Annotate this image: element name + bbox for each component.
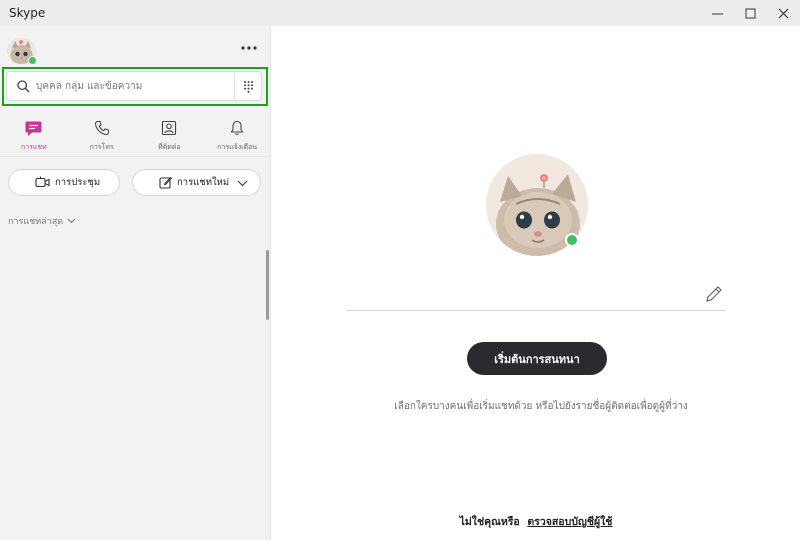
compose-icon [159, 176, 172, 189]
tab-label: การแจ้งเตือน [217, 143, 258, 151]
tab-label: การแชท [20, 143, 47, 151]
new-chat-button[interactable]: การแชทใหม่ [132, 169, 261, 196]
mood-message-underline [346, 310, 726, 311]
recent-chats-header[interactable]: การแชทล่าสุด [8, 214, 76, 228]
search-box [6, 71, 262, 101]
hint-text: เลือกใครบางคนเพื่อเริ่มแชทด้วย หรือไปยัง… [394, 401, 688, 412]
tab-chats[interactable]: การแชท [0, 115, 68, 156]
chevron-down-icon[interactable] [237, 179, 248, 190]
title-bar: Skype [0, 0, 800, 26]
new-chat-label: การแชทใหม่ [177, 177, 230, 188]
search-icon [13, 76, 33, 96]
phone-icon [94, 118, 110, 138]
minimize-button[interactable] [701, 0, 734, 26]
close-icon [778, 8, 789, 18]
chevron-down-icon [67, 218, 76, 224]
tab-notifications[interactable]: การแจ้งเตือน [203, 115, 271, 156]
contacts-icon [161, 118, 177, 138]
window-title: Skype [9, 6, 46, 20]
more-icon [241, 46, 257, 50]
not-you-row: ไม่ใช่คุณหรือ ตรวจสอบบัญชีผู้ใช้ [371, 513, 701, 530]
edit-mood-button[interactable] [704, 284, 724, 304]
recent-chats-label: การแชทล่าสุด [8, 217, 64, 227]
dialpad-button[interactable] [234, 73, 261, 99]
check-account-link[interactable]: ตรวจสอบบัญชีผู้ใช้ [527, 516, 612, 528]
maximize-icon [745, 8, 756, 18]
presence-indicator [565, 233, 579, 247]
tab-contacts[interactable]: ที่ติดต่อ [136, 115, 204, 156]
tab-calls[interactable]: การโทร [68, 115, 136, 156]
tab-label: การโทร [89, 143, 114, 151]
meet-now-button[interactable]: การประชุม [8, 169, 120, 196]
meet-now-label: การประชุม [55, 177, 101, 188]
bell-icon [229, 118, 245, 138]
presence-indicator [28, 56, 37, 65]
tab-label: ที่ติดต่อ [158, 143, 181, 151]
minimize-icon [712, 13, 723, 14]
maximize-button[interactable] [734, 0, 767, 26]
not-you-text: ไม่ใช่คุณหรือ [459, 516, 520, 528]
nav-tabs: การแชท การโทร ที่ติดต่อ การแจ้งเตือน [0, 115, 271, 157]
main-panel: เริ่มต้นการสนทนา เลือกใครบางคนเพื่อเริ่ม… [271, 26, 800, 540]
start-conversation-button[interactable]: เริ่มต้นการสนทนา [467, 342, 607, 375]
pencil-icon [706, 286, 722, 302]
sidebar-scrollbar[interactable] [266, 250, 269, 320]
dialpad-icon [243, 80, 253, 93]
search-input[interactable] [33, 74, 234, 98]
chat-icon [25, 118, 42, 138]
more-options-button[interactable] [237, 40, 261, 56]
sidebar: การแชท การโทร ที่ติดต่อ การแจ้งเตือน การ… [0, 26, 271, 540]
video-camera-icon [35, 176, 50, 189]
close-button[interactable] [767, 0, 800, 26]
